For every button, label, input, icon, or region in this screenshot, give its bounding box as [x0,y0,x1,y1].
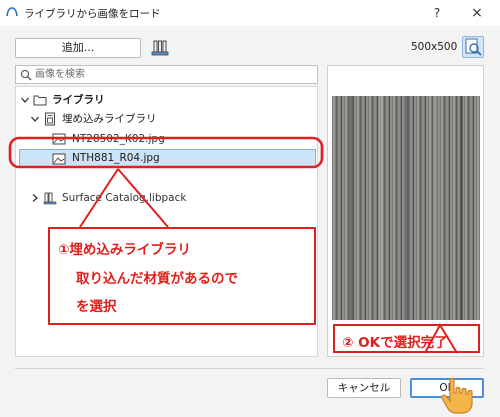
archicad-app-icon [6,7,18,17]
chevron-right-icon[interactable] [30,193,40,203]
tree-item-image-selected[interactable]: NTH881_R04.jpg [19,149,316,168]
embedded-library-icon [45,112,55,126]
annotation-callout-2: ② OKで選択完了 [333,324,480,353]
add-button[interactable]: 追加... [15,38,141,58]
annotation-text: ①埋め込みライブラリ [58,242,191,258]
texture-preview-image [332,96,480,320]
dialog-body: 追加... 500x500 ライブラリ [0,26,500,417]
cancel-button[interactable]: キャンセル [327,378,401,398]
tree-label: NT28502_K02.jpg [72,133,165,145]
title-bar: ライブラリから画像をロード ? × [0,0,500,26]
tree-label: ライブラリ [52,94,105,106]
chevron-down-icon[interactable] [30,114,40,124]
image-file-icon [52,153,66,165]
hand-pointer-icon [441,377,473,414]
footer-divider [15,368,484,369]
preview-toggle-button[interactable] [462,36,484,58]
tree-label: NTH881_R04.jpg [72,152,160,164]
annotation-text: ② OKで選択完了 [342,335,448,351]
library-manager-icon[interactable] [150,38,170,58]
libpack-icon [43,192,57,205]
close-button[interactable]: × [468,4,486,22]
help-button[interactable]: ? [428,4,446,22]
search-input[interactable] [35,67,315,82]
folder-icon [33,95,47,106]
image-file-icon [52,133,66,145]
image-size-label: 500x500 [411,41,458,53]
annotation-callout-1: ①埋め込みライブラリ 取り込んだ材質があるので を選択 [48,227,316,325]
search-box [15,65,318,84]
annotation-text: 取り込んだ材質があるので [76,271,238,287]
image-preview [327,65,484,357]
tree-label: Surface Catalog.libpack [62,192,187,204]
window-title: ライブラリから画像をロード [24,8,161,20]
preview-zoom-icon [465,38,482,56]
annotation-text: を選択 [76,299,117,315]
search-icon [20,69,32,81]
chevron-down-icon[interactable] [20,95,30,105]
tree-label: 埋め込みライブラリ [62,113,157,125]
